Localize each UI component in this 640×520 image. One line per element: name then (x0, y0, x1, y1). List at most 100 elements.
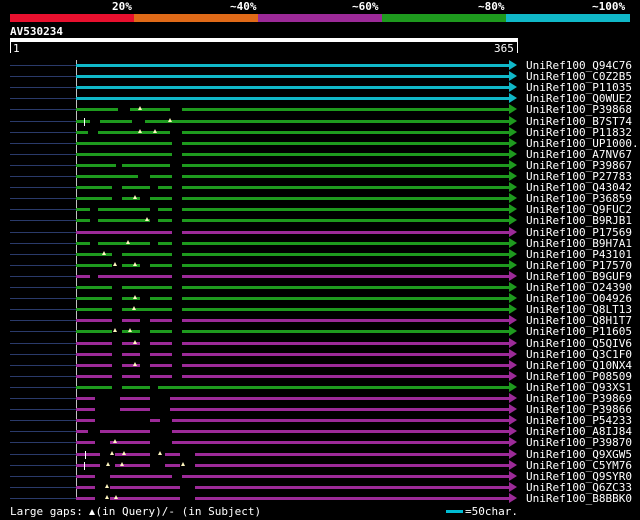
alignment-gap (116, 162, 122, 168)
hit-arrow-icon (509, 148, 517, 159)
query-gap-marker-icon (102, 250, 106, 255)
hit-arrow-icon (509, 171, 517, 181)
hit-arrow-icon (509, 282, 517, 292)
hit-unaligned-region (10, 342, 76, 344)
query-gap-marker-icon (133, 295, 137, 300)
query-gap-marker-icon (138, 128, 142, 133)
hit-unaligned-region (10, 87, 76, 89)
hit-alignment-bar[interactable] (76, 230, 511, 234)
legend-bar-orange (134, 14, 258, 22)
hit-alignment-bar[interactable] (76, 64, 511, 67)
hit-alignment-bar[interactable] (76, 397, 511, 400)
hit-unaligned-region (10, 464, 76, 466)
hit-alignment-bar[interactable] (76, 186, 511, 190)
alignment-gap (150, 384, 158, 390)
hit-arrow-icon (509, 226, 517, 237)
hit-unaligned-region (10, 497, 76, 499)
alignment-gap (172, 218, 182, 224)
hit-arrow-icon (509, 193, 517, 204)
hit-alignment-bar[interactable] (76, 75, 511, 79)
hit-unaligned-region (10, 386, 76, 388)
hit-alignment-bar[interactable] (76, 97, 511, 101)
hit-unaligned-region (10, 309, 76, 311)
hit-alignment-bar[interactable] (76, 252, 511, 256)
hit-alignment-bar[interactable] (76, 152, 511, 156)
hit-unaligned-region (10, 153, 76, 155)
alignment-gap (172, 229, 182, 235)
hit-alignment-bar[interactable] (76, 496, 511, 500)
hit-arrow-icon (509, 304, 517, 315)
hit-alignment-bar[interactable] (76, 408, 511, 412)
query-gap-marker-icon (132, 306, 136, 311)
hit-alignment-bar[interactable] (76, 308, 511, 312)
hit-unaligned-region (10, 109, 76, 111)
alignment-gap (112, 373, 122, 379)
query-ruler (10, 38, 518, 42)
alignment-gap (140, 351, 150, 357)
hit-alignment-bar[interactable] (76, 274, 511, 278)
alignment-gap (112, 351, 122, 357)
hit-alignment-bar[interactable] (76, 452, 511, 456)
query-gap-marker-icon (110, 450, 114, 455)
hit-unaligned-region (10, 431, 76, 433)
query-gap-marker-icon (114, 494, 118, 499)
hit-arrow-icon (509, 293, 517, 304)
alignment-gap (170, 107, 182, 113)
alignment-gap (172, 240, 182, 246)
alignment-gap (140, 340, 150, 346)
hit-alignment-bar[interactable] (76, 219, 511, 223)
hit-arrow-icon (509, 404, 517, 415)
hit-alignment-bar[interactable] (76, 485, 511, 489)
query-gap-marker-icon (133, 361, 137, 366)
alignment-gap (112, 307, 122, 313)
alignment-gap (112, 340, 122, 346)
hit-row[interactable]: UniRef100_B8BBK0 (0, 492, 640, 505)
hit-alignment-bar[interactable] (76, 430, 511, 434)
ruler-end-label: 365 (494, 42, 514, 55)
hit-alignment-bar[interactable] (76, 474, 511, 478)
query-gap-marker-icon (158, 450, 162, 455)
scale-label: =50char. (465, 505, 518, 518)
hit-alignment-bar[interactable] (76, 241, 511, 245)
hit-unaligned-region (10, 453, 76, 455)
hit-unaligned-region (10, 164, 76, 166)
query-gap-marker-icon (122, 450, 126, 455)
hit-alignment-bar[interactable] (76, 163, 511, 167)
hit-unaligned-region (10, 442, 76, 444)
hit-name-link[interactable]: UniRef100_B8BBK0 (526, 492, 638, 505)
hit-alignment-bar[interactable] (76, 441, 511, 445)
alignment-gap (172, 340, 182, 346)
alignment-gap (138, 174, 150, 179)
hit-arrow-icon (509, 137, 517, 148)
hit-arrow-icon (509, 337, 517, 348)
alignment-gap (150, 207, 158, 213)
gap-legend-query: (in Query)/ (95, 505, 169, 518)
alignment-gap (88, 429, 100, 435)
alignment-gap (112, 185, 122, 191)
alignment-gap (95, 440, 110, 446)
hit-arrow-icon (509, 459, 517, 470)
alignment-gap (140, 296, 150, 302)
alignment-gap (150, 396, 170, 401)
hit-arrow-icon (509, 93, 517, 104)
hit-alignment-bar[interactable] (76, 385, 511, 389)
hit-alignment-bar[interactable] (76, 141, 511, 145)
legend-bar-cyan (506, 14, 630, 22)
query-gap-marker-icon (106, 461, 110, 466)
legend-label-40: ~40% (230, 0, 257, 13)
alignment-gap (150, 240, 158, 246)
hit-alignment-bar[interactable] (76, 286, 511, 289)
hit-unaligned-region (10, 287, 76, 288)
hit-unaligned-region (10, 120, 76, 122)
alignment-gap (180, 495, 195, 501)
alignment-gap (132, 118, 145, 124)
query-gap-marker-icon (120, 461, 124, 466)
alignment-gap (140, 362, 150, 368)
alignment-gap (180, 484, 195, 490)
hit-arrow-icon (509, 426, 517, 437)
hit-alignment-bar[interactable] (76, 86, 511, 90)
legend-label-100: ~100% (592, 0, 626, 13)
hit-alignment-bar[interactable] (76, 208, 511, 212)
hit-alignment-bar[interactable] (76, 463, 511, 467)
hit-arrow-icon (509, 115, 517, 126)
